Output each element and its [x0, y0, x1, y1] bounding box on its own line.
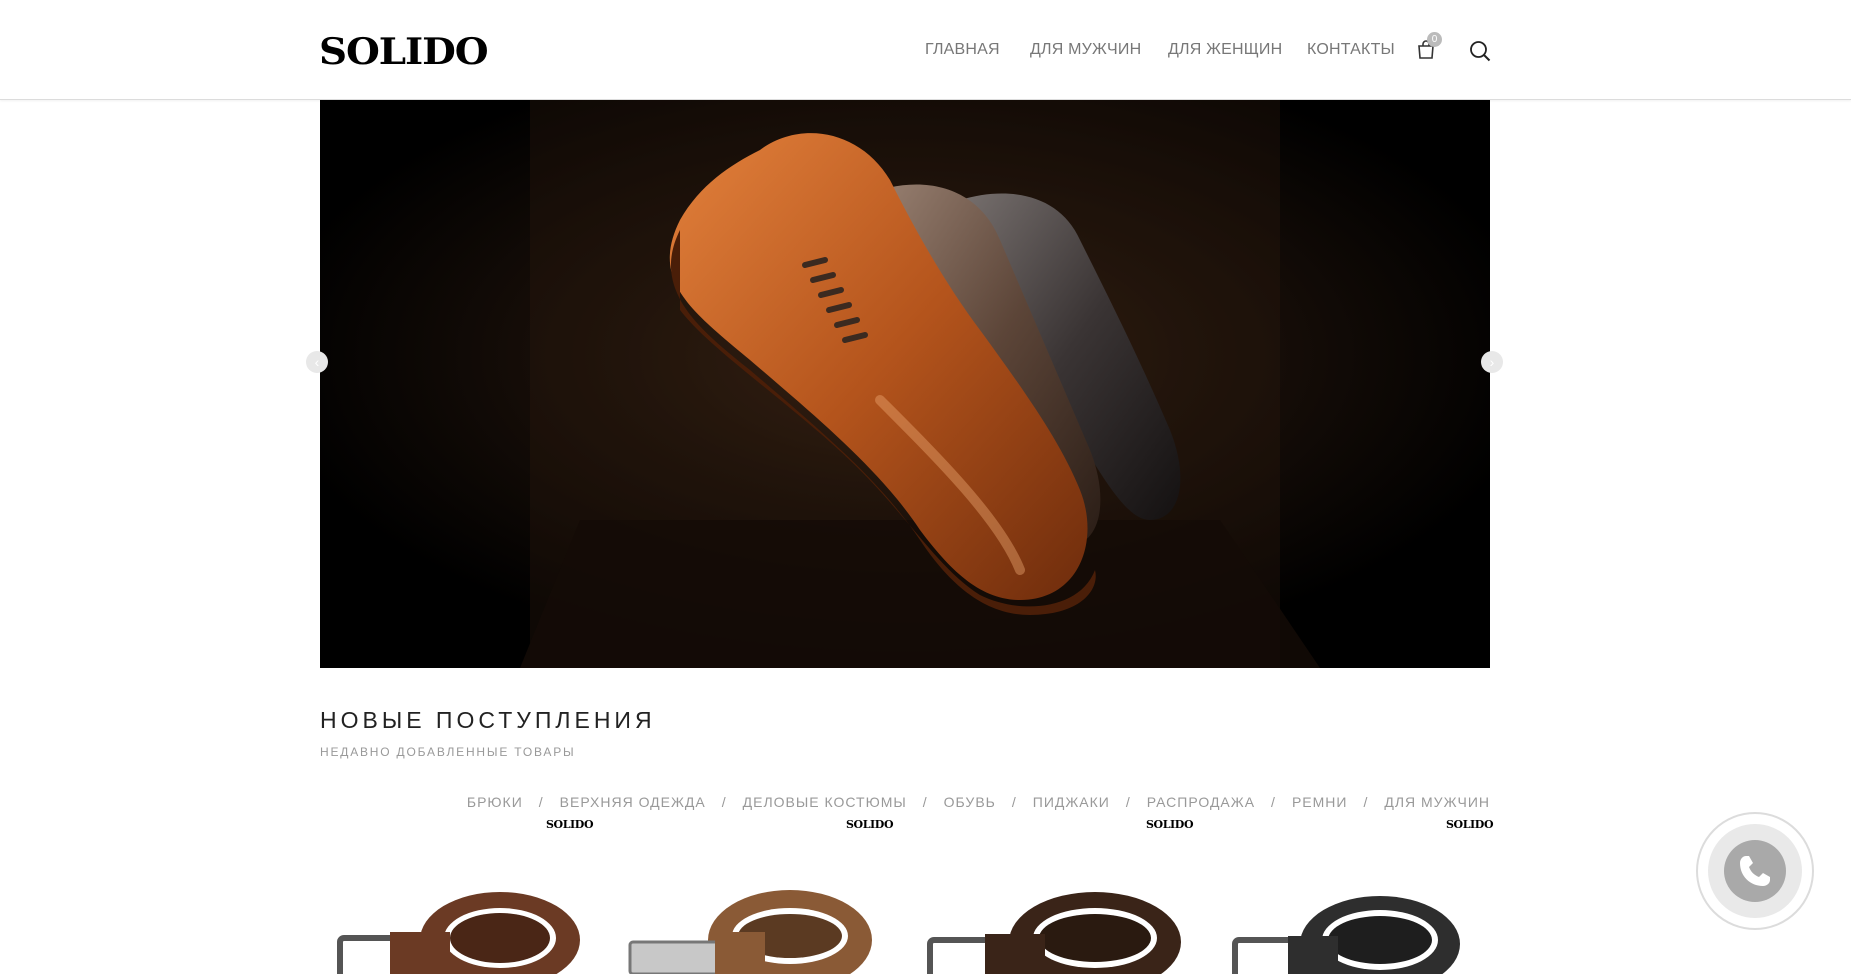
category-filters: БРЮКИ / ВЕРХНЯЯ ОДЕЖДА / ДЕЛОВЫЕ КОСТЮМЫ / ОБУ… — [467, 794, 1490, 810]
filter-separator: / — [1125, 794, 1131, 810]
filter-separator: / — [1271, 794, 1276, 810]
chevron-left-icon: ‹ — [314, 354, 320, 370]
product-image-belt[interactable] — [620, 880, 890, 974]
filter-shoes[interactable]: ОБУВЬ — [944, 794, 996, 810]
nav-home[interactable]: ГЛАВНАЯ — [925, 41, 1000, 59]
slider-next-button[interactable]: › — [1481, 351, 1503, 373]
product-image-belt[interactable] — [1230, 880, 1490, 974]
site-header: SOLIDO ГЛАВНАЯ ДЛЯ МУЖЧИН ДЛЯ ЖЕНЩИН КОН… — [0, 0, 1851, 100]
product-image-belt[interactable] — [330, 880, 590, 974]
nav-contacts[interactable]: КОНТАКТЫ — [1307, 41, 1395, 59]
product-brand-logo: SOLIDO — [546, 818, 594, 831]
section-subtitle: НЕДАВНО ДОБАВЛЕННЫЕ ТОВАРЫ — [320, 745, 576, 759]
product-image-belt[interactable] — [925, 880, 1195, 974]
filter-outerwear[interactable]: ВЕРХНЯЯ ОДЕЖДА — [560, 794, 706, 810]
cart-count-badge: 0 — [1427, 32, 1442, 47]
filter-separator: / — [538, 794, 544, 810]
product-brand-logo: SOLIDO — [1146, 818, 1194, 831]
filter-jackets[interactable]: ПИДЖАКИ — [1033, 794, 1110, 810]
filter-separator: / — [1363, 794, 1369, 810]
filter-separator: / — [1011, 794, 1017, 810]
product-brand-logo: SOLIDO — [1446, 818, 1494, 831]
hero-slide-image — [320, 100, 1490, 668]
nav-women[interactable]: ДЛЯ ЖЕНЩИН — [1168, 41, 1282, 59]
callback-button-core[interactable] — [1724, 840, 1786, 902]
filter-sale[interactable]: РАСПРОДАЖА — [1147, 794, 1255, 810]
filter-separator: / — [922, 794, 928, 810]
search-icon[interactable] — [1469, 40, 1491, 62]
filter-separator: / — [721, 794, 727, 810]
filter-belts[interactable]: РЕМНИ — [1292, 794, 1348, 810]
slider-prev-button[interactable]: ‹ — [306, 351, 328, 373]
filter-business-suits[interactable]: ДЕЛОВЫЕ КОСТЮМЫ — [743, 794, 907, 810]
site-logo[interactable]: SOLIDO — [319, 34, 489, 70]
filter-for-men[interactable]: ДЛЯ МУЖЧИН — [1384, 794, 1490, 810]
phone-icon — [1740, 856, 1770, 886]
filter-trousers[interactable]: БРЮКИ — [467, 794, 523, 810]
section-title: НОВЫЕ ПОСТУПЛЕНИЯ — [320, 707, 656, 733]
chevron-right-icon: › — [1489, 354, 1495, 370]
product-brand-logo: SOLIDO — [846, 818, 894, 831]
nav-men[interactable]: ДЛЯ МУЖЧИН — [1030, 41, 1141, 59]
